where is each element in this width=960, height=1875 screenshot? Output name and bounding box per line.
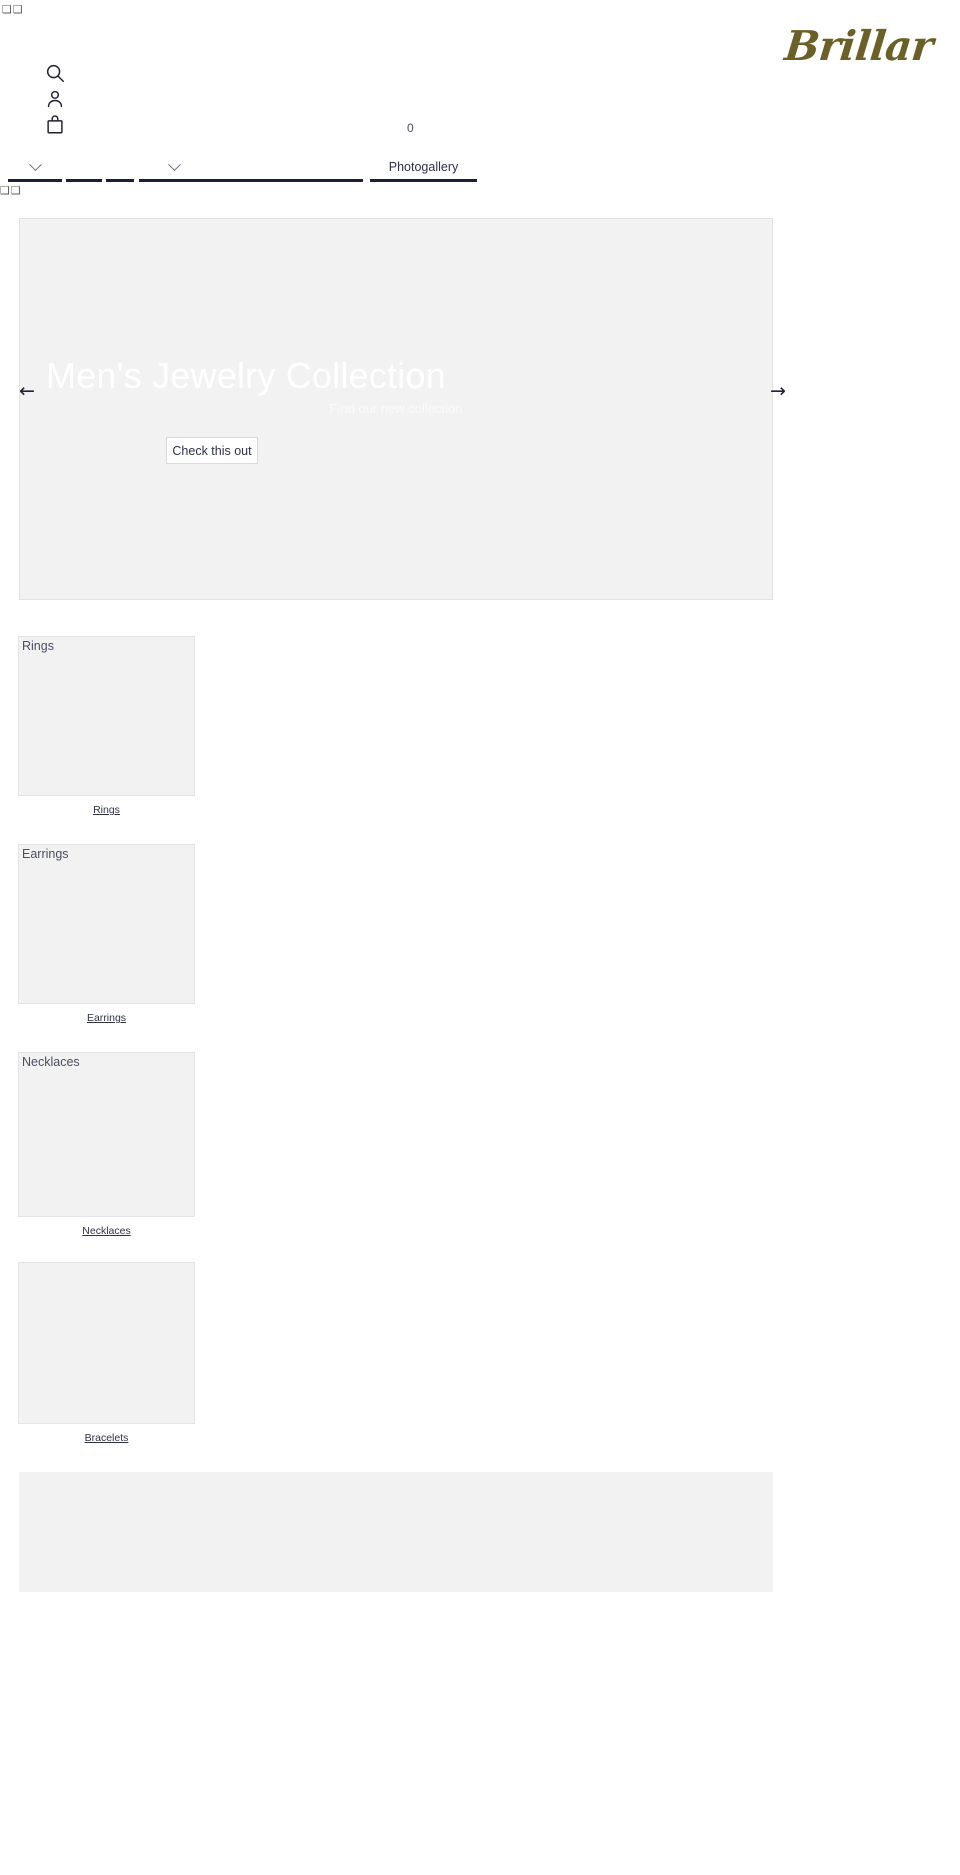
nav-item-label: Photogallery: [388, 159, 459, 174]
nav-item-3[interactable]: [106, 155, 134, 182]
page-root: ❑❑ Brillar 0 Photogallery ❑❑ Men's Jewel…: [0, 0, 960, 1875]
category-link[interactable]: Bracelets: [18, 1432, 195, 1444]
cart-item-count: 0: [407, 121, 414, 135]
nav-item-6[interactable]: [263, 155, 325, 182]
chevron-down-icon: [167, 157, 181, 171]
nav-item-4[interactable]: [139, 155, 209, 182]
site-header: Brillar 0 Photogallery ❑❑: [0, 0, 960, 197]
category-image-placeholder[interactable]: [18, 1262, 195, 1424]
slider-next-button[interactable]: →: [770, 382, 786, 401]
image-alt-text: Earrings: [22, 847, 69, 861]
category-tile-bracelets: Bracelets: [18, 1262, 195, 1444]
category-link[interactable]: Necklaces: [18, 1225, 195, 1237]
nav-item-photogallery[interactable]: Photogallery: [370, 155, 477, 182]
image-alt-text: Necklaces: [22, 1055, 80, 1069]
image-alt-text: Rings: [22, 639, 54, 653]
category-tile-necklaces: Necklaces Necklaces: [18, 1052, 195, 1237]
slider-prev-button[interactable]: ←: [19, 382, 35, 401]
hero-title: Men's Jewelry Collection: [46, 355, 446, 396]
broken-image-glyph-nav: ❑❑: [0, 184, 22, 197]
category-image-placeholder[interactable]: Earrings: [18, 844, 195, 1004]
category-tile-rings: Rings Rings: [18, 636, 195, 816]
account-icon[interactable]: [44, 88, 66, 110]
utility-icon-group: [44, 62, 66, 140]
category-image-placeholder[interactable]: Rings: [18, 636, 195, 796]
primary-navigation: Photogallery: [0, 155, 960, 188]
nav-item-2[interactable]: [66, 155, 102, 182]
category-tile-earrings: Earrings Earrings: [18, 844, 195, 1024]
category-link[interactable]: Earrings: [18, 1012, 195, 1024]
hero-subtitle: Find our new collection: [329, 401, 463, 416]
bottom-content-placeholder: [19, 1472, 773, 1592]
nav-item-1[interactable]: [8, 155, 62, 182]
hero-slider: Men's Jewelry Collection Find our new co…: [19, 218, 773, 600]
search-icon[interactable]: [44, 62, 66, 84]
nav-item-7[interactable]: [325, 155, 363, 182]
brand-logo[interactable]: Brillar: [783, 22, 936, 70]
hero-cta-button[interactable]: Check this out: [166, 437, 258, 464]
category-image-placeholder[interactable]: Necklaces: [18, 1052, 195, 1217]
nav-item-5[interactable]: [204, 155, 266, 182]
category-link[interactable]: Rings: [18, 804, 195, 816]
chevron-down-icon: [28, 157, 42, 171]
cart-icon[interactable]: [44, 114, 66, 136]
